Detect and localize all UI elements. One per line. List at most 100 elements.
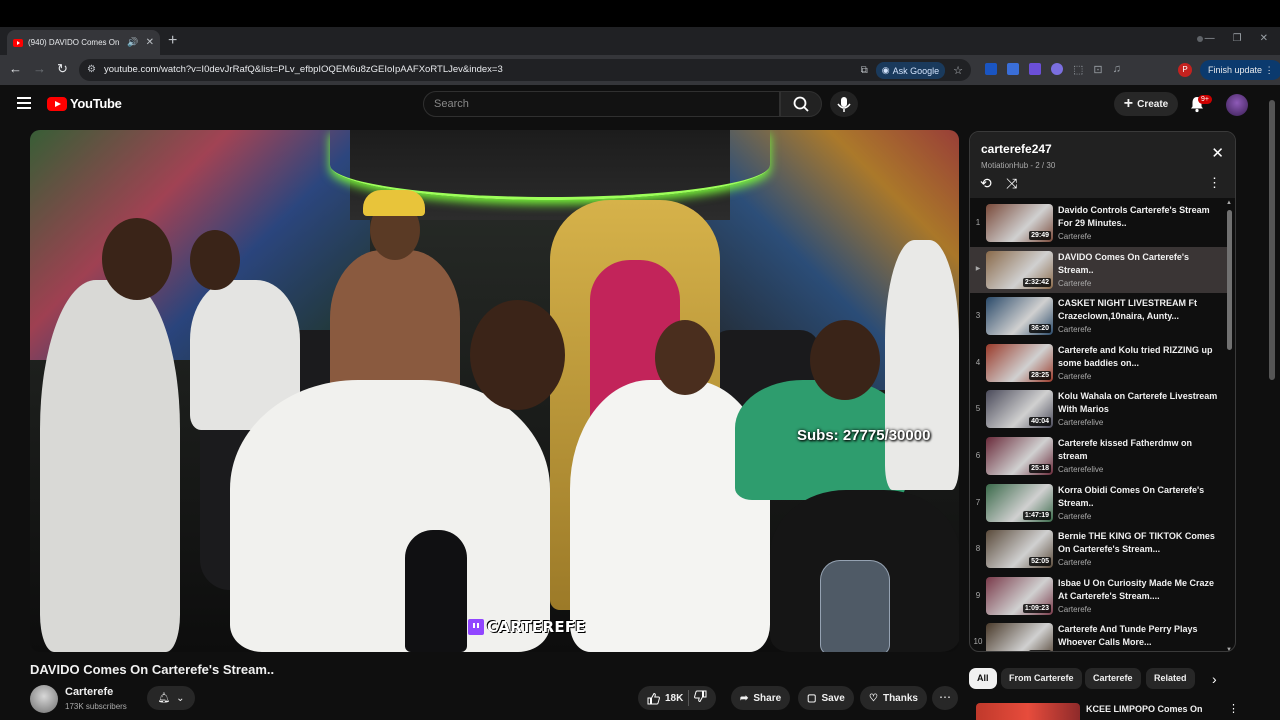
playlist-item-thumbnail[interactable]: 40:04 (986, 390, 1053, 429)
playlist-item[interactable]: 3 36:20 CASKET NIGHT LIVESTREAM Ft Crazecl… (970, 293, 1227, 340)
media-control-icon[interactable]: ♫ (1113, 63, 1121, 76)
channel-avatar[interactable] (30, 685, 58, 713)
site-info-icon[interactable]: ⚙ (87, 64, 96, 75)
page-scroll-thumb[interactable] (1269, 100, 1275, 380)
playlist-item-thumbnail[interactable]: 1:09:23 (986, 576, 1053, 615)
playlist-item-thumbnail[interactable]: 2:32:42 (986, 250, 1053, 289)
restore-icon[interactable]: ❐ (1233, 33, 1242, 44)
recommendation-title[interactable]: KCEE LIMPOPO Comes On (1086, 704, 1203, 714)
chip-related[interactable]: Related (1146, 668, 1195, 689)
playlist-item-title[interactable]: Isbae U On Curiosity Made Me Craze At Ca… (1058, 577, 1218, 603)
share-button[interactable]: ➦ Share (731, 686, 791, 710)
chip-carterefe[interactable]: Carterefe (1085, 668, 1141, 689)
scroll-up-icon[interactable]: ▲ (1226, 200, 1232, 206)
playlist-item-thumbnail[interactable]: 36:20 (986, 297, 1053, 336)
playlist-item[interactable]: 6 25:18 Carterefe kissed Fatherdmw on stre… (970, 433, 1227, 480)
chip-from-carterefe[interactable]: From Carterefe (1001, 668, 1082, 689)
playlist-item[interactable]: 5 40:04 Kolu Wahala on Carterefe Livestrea… (970, 386, 1227, 433)
install-app-icon[interactable]: ⧉ (861, 65, 868, 76)
playlist-item-thumbnail[interactable]: 28:25 (986, 343, 1053, 382)
playlist-item-index: 6 (975, 450, 981, 460)
search-icon (793, 96, 809, 112)
finish-update-button[interactable]: Finish update ⋮ (1200, 60, 1280, 80)
playlist-item[interactable]: ▶ 2:32:42 DAVIDO Comes On Carterefe's Stre… (970, 246, 1227, 294)
minimize-icon[interactable]: — (1205, 33, 1215, 44)
search-input[interactable] (424, 92, 779, 116)
playlist-item-title[interactable]: DAVIDO Comes On Carterefe's Stream.. (1058, 251, 1218, 277)
playlist-item-title[interactable]: Davido Controls Carterefe's Stream For 2… (1058, 204, 1218, 230)
recommendation-thumbnail[interactable] (976, 703, 1080, 720)
browser-tab-active[interactable]: (940) DAVIDO Comes On Carterefe's Stream… (7, 30, 160, 55)
playlist-item-title[interactable]: Carterefe and Kolu tried RIZZING up some… (1058, 344, 1218, 370)
youtube-logo[interactable]: YouTube (47, 96, 122, 111)
playlist-scrollbar[interactable]: ▲ ▼ (1226, 200, 1232, 651)
bookmark-star-icon[interactable]: ☆ (953, 64, 963, 77)
playlist-item-duration: 36:20 (1029, 324, 1051, 334)
playlist-item[interactable]: 7 1:47:19 Korra Obidi Comes On Carterefe's… (970, 480, 1227, 527)
shuffle-icon[interactable]: ⤨ (1006, 176, 1017, 190)
new-tab-button[interactable]: + (168, 31, 177, 51)
subscription-bell-button[interactable]: 🔔︎ ⌄ (147, 686, 195, 710)
search-button[interactable] (780, 91, 822, 117)
playlist-item-title[interactable]: CASKET NIGHT LIVESTREAM Ft Crazeclown,10… (1058, 297, 1218, 323)
save-button[interactable]: ▢ Save (798, 686, 854, 710)
playlist-item-title[interactable]: Kolu Wahala on Carterefe Livestream With… (1058, 390, 1218, 416)
playlist-item[interactable]: 1 29:49 Davido Controls Carterefe's Stream… (970, 200, 1227, 247)
playlist-owner-position: MotiationHub - 2 / 30 (981, 161, 1056, 170)
url-text[interactable]: youtube.com/watch?v=I0devJrRafQ&list=PLv… (104, 64, 503, 75)
create-button[interactable]: + Create (1114, 92, 1178, 116)
dislike-button[interactable] (694, 690, 707, 706)
more-actions-icon[interactable]: ⋯ (932, 686, 958, 710)
reload-icon[interactable]: ↻ (57, 62, 68, 76)
playlist-item-thumbnail[interactable]: 52:05 (986, 530, 1053, 569)
playlist-item[interactable]: 10 44:51 Carterefe And Tunde Perry Plays W… (970, 619, 1227, 652)
page-scrollbar[interactable] (1268, 86, 1276, 720)
address-bar[interactable]: ⚙ youtube.com/watch?v=I0devJrRafQ&list=P… (79, 59, 971, 81)
playlist-item[interactable]: 8 52:05 Bernie THE KING OF TIKTOK Comes On… (970, 526, 1227, 573)
thumbs-down-icon (694, 690, 707, 703)
playlist-title[interactable]: carterefe247 (981, 142, 1052, 156)
extension-n-icon[interactable] (985, 63, 997, 75)
chip-all[interactable]: All (969, 668, 997, 689)
playlist-item-title[interactable]: Carterefe kissed Fatherdmw on stream (1058, 437, 1218, 463)
channel-name[interactable]: Carterefe (65, 686, 113, 698)
playlist-menu-icon[interactable]: ⋮ (1208, 176, 1221, 190)
scroll-down-icon[interactable]: ▼ (1226, 647, 1232, 651)
tab-search-icon[interactable]: ⊡ (1093, 63, 1102, 76)
user-avatar[interactable] (1226, 94, 1248, 116)
forward-arrow-icon[interactable]: → (33, 62, 46, 76)
thanks-button[interactable]: ♡ Thanks (860, 686, 927, 710)
playlist-item-title[interactable]: Bernie THE KING OF TIKTOK Comes On Carte… (1058, 530, 1218, 556)
playlist-item-channel: Carterefe (1058, 651, 1091, 652)
playlist-item-title[interactable]: Carterefe And Tunde Perry Plays Whoever … (1058, 623, 1218, 649)
playlist-item[interactable]: 9 1:09:23 Isbae U On Curiosity Made Me Cra… (970, 573, 1227, 620)
audio-playing-icon[interactable]: 🔊 (127, 37, 138, 48)
playlist-item[interactable]: 4 28:25 Carterefe and Kolu tried RIZZING u… (970, 340, 1227, 387)
playlist-item-thumbnail[interactable]: 29:49 (986, 204, 1053, 242)
playlist-panel: carterefe247 MotiationHub - 2 / 30 ✕ ⟲ ⤨… (969, 131, 1236, 652)
playlist-item-thumbnail[interactable]: 25:18 (986, 436, 1053, 475)
like-button[interactable]: 18K (647, 692, 683, 705)
close-playlist-icon[interactable]: ✕ (1211, 146, 1224, 161)
profile-avatar[interactable]: P (1178, 63, 1192, 77)
voice-search-button[interactable] (830, 91, 858, 117)
search-field[interactable] (423, 91, 780, 117)
extension-cloud-icon[interactable] (1051, 63, 1063, 75)
window-close-icon[interactable]: ✕ (1260, 33, 1268, 44)
ask-google-button[interactable]: ◉ Ask Google (875, 62, 946, 79)
loop-playlist-icon[interactable]: ⟲ (980, 176, 992, 190)
playlist-item-title[interactable]: Korra Obidi Comes On Carterefe's Stream.… (1058, 484, 1218, 510)
extension-translate-icon[interactable] (1007, 63, 1019, 75)
extensions-puzzle-icon[interactable]: ⬚ (1073, 63, 1083, 76)
kebab-menu-icon: ⋮ (1264, 65, 1274, 75)
hamburger-menu-icon[interactable] (17, 97, 31, 112)
playlist-item-thumbnail[interactable]: 44:51 (986, 623, 1053, 651)
chevron-right-icon[interactable]: › (1212, 670, 1217, 688)
playlist-item-thumbnail[interactable]: 1:47:19 (986, 483, 1053, 522)
playlist-scroll-thumb[interactable] (1227, 210, 1232, 350)
back-arrow-icon[interactable]: ← (9, 62, 22, 76)
video-player[interactable]: Subs: 27775/30000 CARTEREFE (30, 130, 959, 652)
tab-close-icon[interactable]: ✕ (146, 37, 154, 48)
extension-shield-icon[interactable] (1029, 63, 1041, 75)
recommendation-menu-icon[interactable]: ⋮ (1228, 702, 1239, 715)
